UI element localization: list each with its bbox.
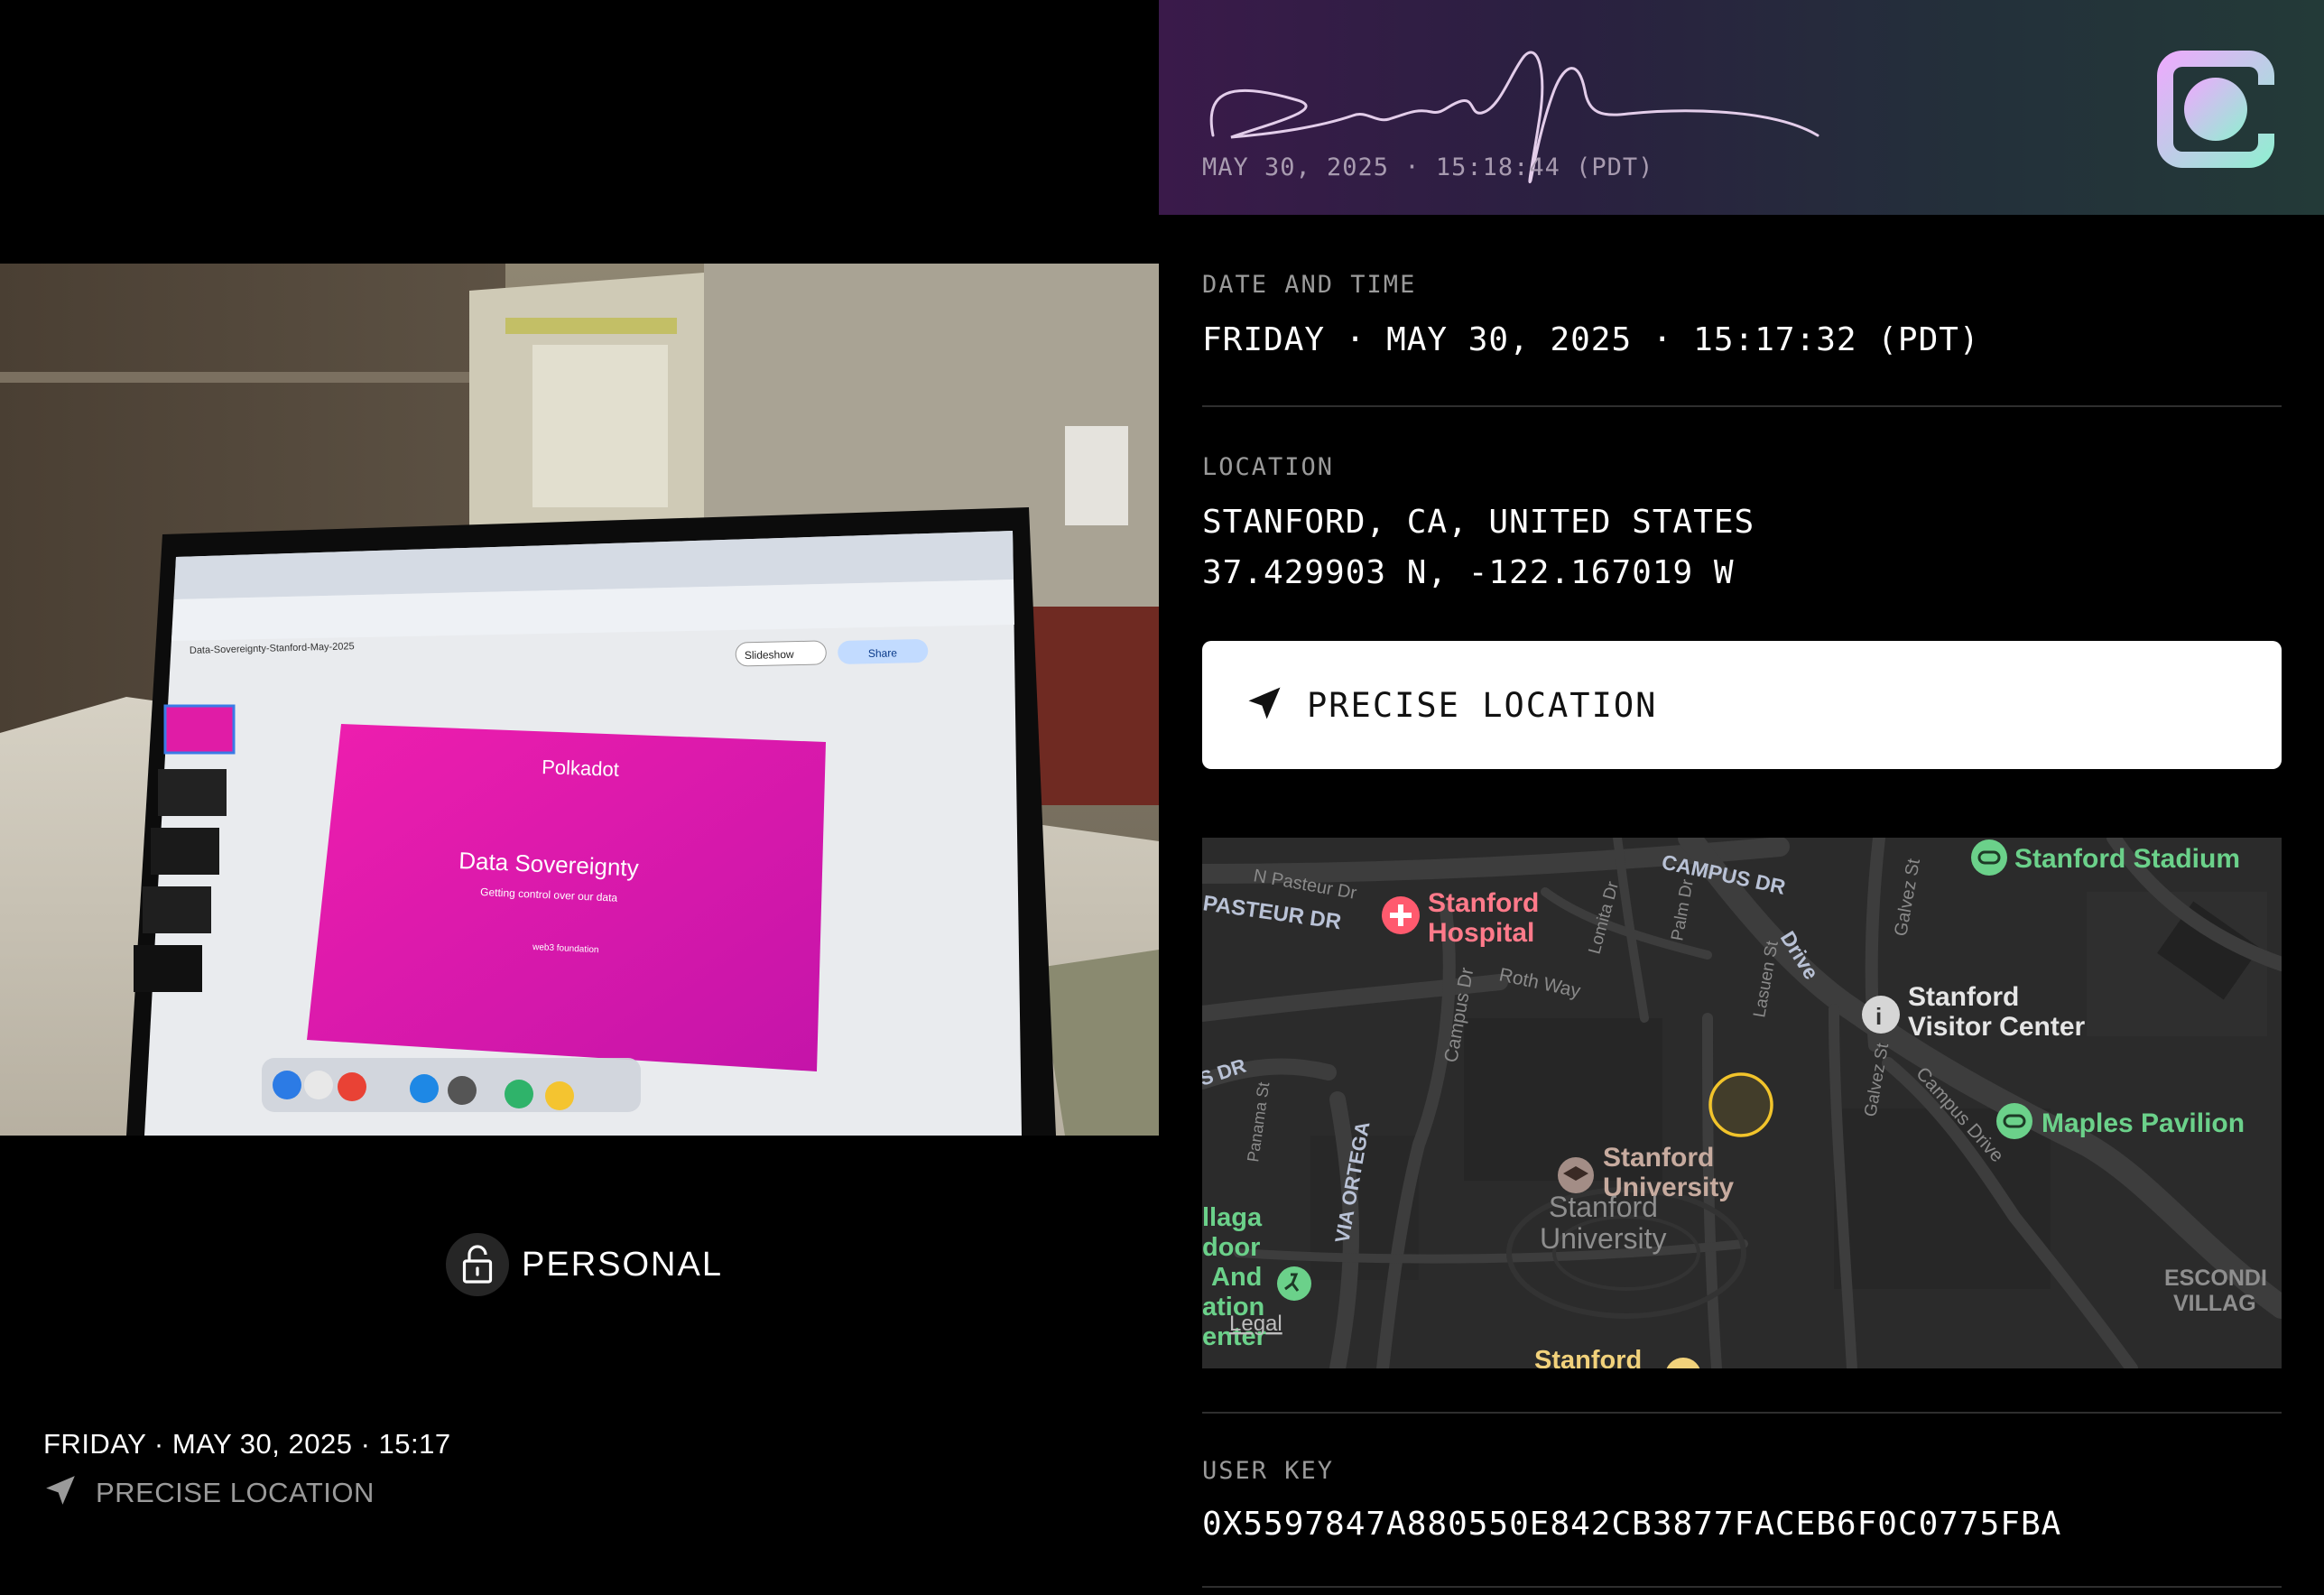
location-map[interactable]: CAMPUS DR Drive PASTEUR DR N Pasteur Dr … <box>1202 838 2282 1368</box>
poi-hospital-line1[interactable]: Stanford <box>1428 888 1539 918</box>
precise-location-label: PRECISE LOCATION <box>1307 685 1658 725</box>
slide-brand: Polkadot <box>542 756 619 781</box>
location-marker[interactable] <box>1708 1072 1773 1137</box>
poi-stanford-stadium[interactable]: Stanford Stadium <box>2014 844 2240 874</box>
location-label: LOCATION <box>1202 453 1335 481</box>
poi-visitor-line1[interactable]: Stanford <box>1908 982 2019 1012</box>
map-canvas: CAMPUS DR Drive PASTEUR DR N Pasteur Dr … <box>1202 838 2282 1368</box>
location-coords: 37.429903 N, -122.167019 W <box>1202 554 1735 591</box>
poi-village-line1[interactable]: llaga <box>1202 1203 1263 1232</box>
divider <box>1202 1412 2282 1414</box>
hiking-icon[interactable] <box>1277 1266 1311 1301</box>
poi-hospital-line2[interactable]: Hospital <box>1428 918 1534 948</box>
poi-village-line2[interactable]: door <box>1202 1233 1260 1262</box>
right-panel: MAY 30, 2025 · 15:18:44 (PDT) DATE AND T… <box>1159 0 2324 1595</box>
left-panel: Data-Sovereignty-Stanford-May-2025 Slide… <box>0 0 1159 1595</box>
area-escondido-line1: ESCONDI <box>2164 1266 2267 1291</box>
svg-text:i: i <box>1875 1003 1882 1030</box>
navigation-arrow-icon <box>43 1473 78 1512</box>
pavilion-icon[interactable] <box>1996 1103 2032 1139</box>
signature-timestamp: MAY 30, 2025 · 15:18:44 (PDT) <box>1202 153 1654 181</box>
caption-datetime: FRIDAY · MAY 30, 2025 · 15:17 <box>43 1428 451 1460</box>
date-label: DATE AND TIME <box>1202 271 1417 299</box>
privacy-toggle[interactable]: PERSONAL <box>446 1233 723 1296</box>
poi-stanford-bottom[interactable]: Stanford <box>1534 1346 1642 1368</box>
brand-logo-icon <box>2157 51 2274 168</box>
share-button-label: Share <box>868 646 898 660</box>
poi-village-line3[interactable]: And <box>1211 1263 1262 1292</box>
privacy-label: PERSONAL <box>522 1245 723 1284</box>
area-university-line1: Stanford <box>1549 1191 1658 1223</box>
divider <box>1202 405 2282 407</box>
divider <box>1202 1586 2282 1588</box>
unlock-icon <box>446 1233 509 1296</box>
date-value: FRIDAY · MAY 30, 2025 · 15:17:32 (PDT) <box>1202 321 1980 358</box>
user-key-value[interactable]: 0X5597847A880550E842CB3877FACEB6F0C0775F… <box>1202 1506 2061 1543</box>
precise-location-button[interactable]: PRECISE LOCATION <box>1202 641 2282 769</box>
poi-maples-pavilion[interactable]: Maples Pavilion <box>2042 1108 2245 1138</box>
location-place: STANFORD, CA, UNITED STATES <box>1202 504 1755 541</box>
poi-university-line1[interactable]: Stanford <box>1603 1143 1714 1173</box>
map-legal-link[interactable]: Legal <box>1229 1312 1282 1336</box>
user-key-label: USER KEY <box>1202 1457 1335 1485</box>
caption-location: PRECISE LOCATION <box>43 1473 375 1512</box>
area-escondido-line2: VILLAG <box>2173 1291 2256 1316</box>
poi-visitor-line2[interactable]: Visitor Center <box>1908 1012 2085 1042</box>
photo-illustration: Data-Sovereignty-Stanford-May-2025 Slide… <box>0 264 1159 1136</box>
stadium-icon[interactable] <box>1971 839 2007 876</box>
slideshow-button-label: Slideshow <box>745 648 794 662</box>
captured-photo[interactable]: Data-Sovereignty-Stanford-May-2025 Slide… <box>0 264 1159 1136</box>
signature-banner: MAY 30, 2025 · 15:18:44 (PDT) <box>1159 0 2324 215</box>
navigation-arrow-icon <box>1245 684 1283 727</box>
caption-location-label: PRECISE LOCATION <box>96 1476 375 1508</box>
area-university-line2: University <box>1540 1222 1666 1255</box>
